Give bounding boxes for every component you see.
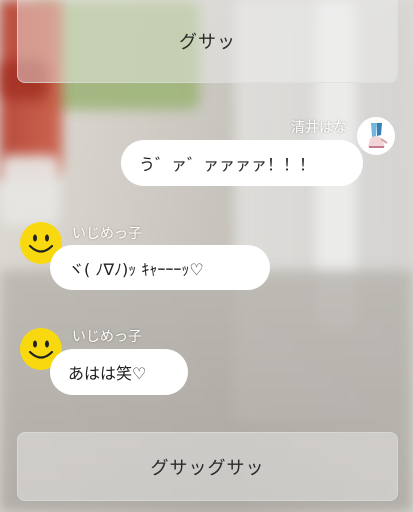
choice-button-top-label: グサッ [179,32,236,53]
message-text: あはは笑♡ [68,364,147,383]
message-bubble: あはは笑♡ [50,349,188,395]
message-sender-name: 清井はな [291,120,347,136]
user-photo-avatar [357,117,395,155]
message-sender-name: いじめっ子 [72,329,142,345]
message-text: ヾ( ﾉ∇ﾉ)ｯ ｷｬｰｰｰｯ♡ [68,259,204,279]
message-bubble: ヾ( ﾉ∇ﾉ)ｯ ｷｬｰｰｰｯ♡ [50,245,270,290]
background-object [0,155,60,225]
choice-button-top[interactable]: グサッ [17,0,398,83]
message-sender-name: いじめっ子 [72,226,142,242]
message-bubble: う゛ァ゛ァァァァ！！！ [121,140,363,186]
message-text: う゛ァ゛ァァァァ！！！ [139,155,316,174]
choice-button-bottom-label: グサッグサッ [150,457,265,479]
choice-button-bottom[interactable]: グサッグサッ [17,432,398,501]
